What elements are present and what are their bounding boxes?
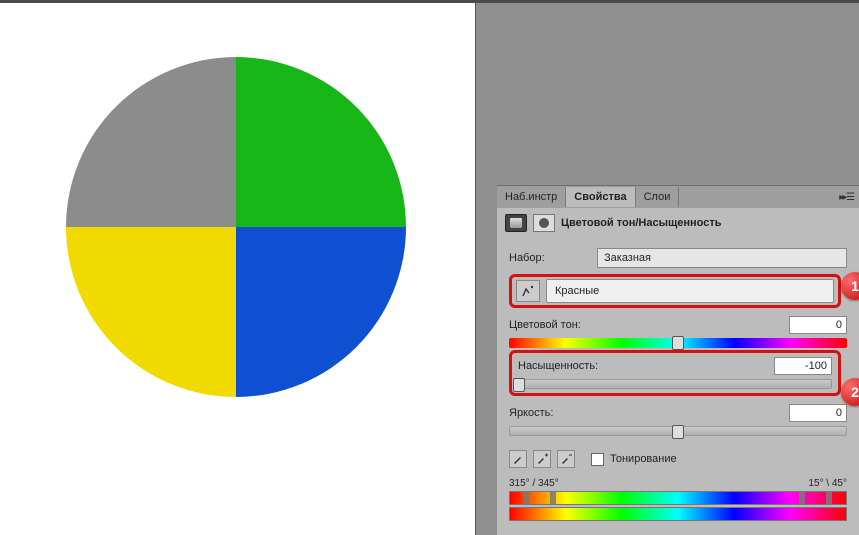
workspace-background [476,0,497,535]
hue-slider-block: Цветовой тон: 0 [509,316,847,348]
preset-dropdown[interactable]: Заказная [597,248,847,268]
saturation-slider-block: Насыщенность: -100 [518,357,832,389]
hue-sat-icon [505,214,527,232]
pie-chart [66,57,406,397]
range-marker-d[interactable] [550,491,556,505]
hue-slider-track[interactable] [509,338,847,348]
panel-tabs: Наб.инстр Свойства Слои ▸▸ ☰ [497,186,859,208]
hue-range-left: 315° / 345° [509,478,559,489]
lightness-slider-thumb[interactable] [672,425,684,439]
right-dock: Наб.инстр Свойства Слои ▸▸ ☰ Цветовой то… [497,0,859,535]
adjustment-header: Цветовой тон/Насыщенность [497,208,859,238]
hue-slider-thumb[interactable] [672,336,684,350]
lightness-slider-track[interactable] [509,426,847,436]
color-range-row: Красные [509,274,841,308]
saturation-highlight: Насыщенность: -100 [509,350,841,396]
hue-value-input[interactable]: 0 [789,316,847,334]
adjustment-title: Цветовой тон/Насыщенность [561,217,722,229]
range-marker-c[interactable] [523,491,529,505]
callout-1: 1 [841,272,859,300]
hue-range-readout: 315° / 345° 15° \ 45° [509,478,847,489]
color-range-dropdown[interactable]: Красные [546,279,834,303]
lightness-value-input[interactable]: 0 [789,404,847,422]
hue-label: Цветовой тон: [509,319,581,331]
callout-2: 2 [841,378,859,406]
saturation-label: Насыщенность: [518,360,598,372]
saturation-slider-track[interactable] [518,379,832,389]
layer-mask-icon[interactable] [533,214,555,232]
preset-label: Набор: [509,252,591,264]
document-canvas[interactable] [0,0,476,535]
hue-range-right: 15° \ 45° [808,478,847,489]
spectrum-bottom [509,507,847,521]
saturation-slider-thumb[interactable] [513,378,525,392]
panel-menu-icon[interactable]: ▸▸ ☰ [833,192,859,203]
dock-empty-area [497,3,859,185]
preset-row: Набор: Заказная [509,248,847,268]
eyedropper-row: Тонирование [509,450,847,468]
preset-value: Заказная [604,252,651,264]
tab-layers[interactable]: Слои [636,187,680,207]
range-marker-b[interactable] [826,491,832,505]
color-range-value: Красные [555,285,599,297]
pie-quadrant-yellow [66,227,236,397]
saturation-value-input[interactable]: -100 [774,357,832,375]
lightness-label: Яркость: [509,407,553,419]
lightness-slider-block: Яркость: 0 [509,404,847,436]
eyedropper-minus-icon[interactable] [557,450,575,468]
tab-tool-presets[interactable]: Наб.инстр [497,187,566,207]
pie-quadrant-green [236,57,406,227]
eyedropper-icon[interactable] [509,450,527,468]
eyedropper-plus-icon[interactable] [533,450,551,468]
pie-quadrant-blue [236,227,406,397]
colorize-label: Тонирование [610,453,677,465]
tab-properties[interactable]: Свойства [566,187,635,207]
spectrum-top[interactable] [509,491,847,505]
pie-quadrant-gray [66,57,236,227]
properties-panel: Наб.инстр Свойства Слои ▸▸ ☰ Цветовой то… [497,185,859,535]
colorize-checkbox[interactable] [591,453,604,466]
targeted-adjust-icon[interactable] [516,280,540,302]
range-marker-a[interactable] [799,491,805,505]
